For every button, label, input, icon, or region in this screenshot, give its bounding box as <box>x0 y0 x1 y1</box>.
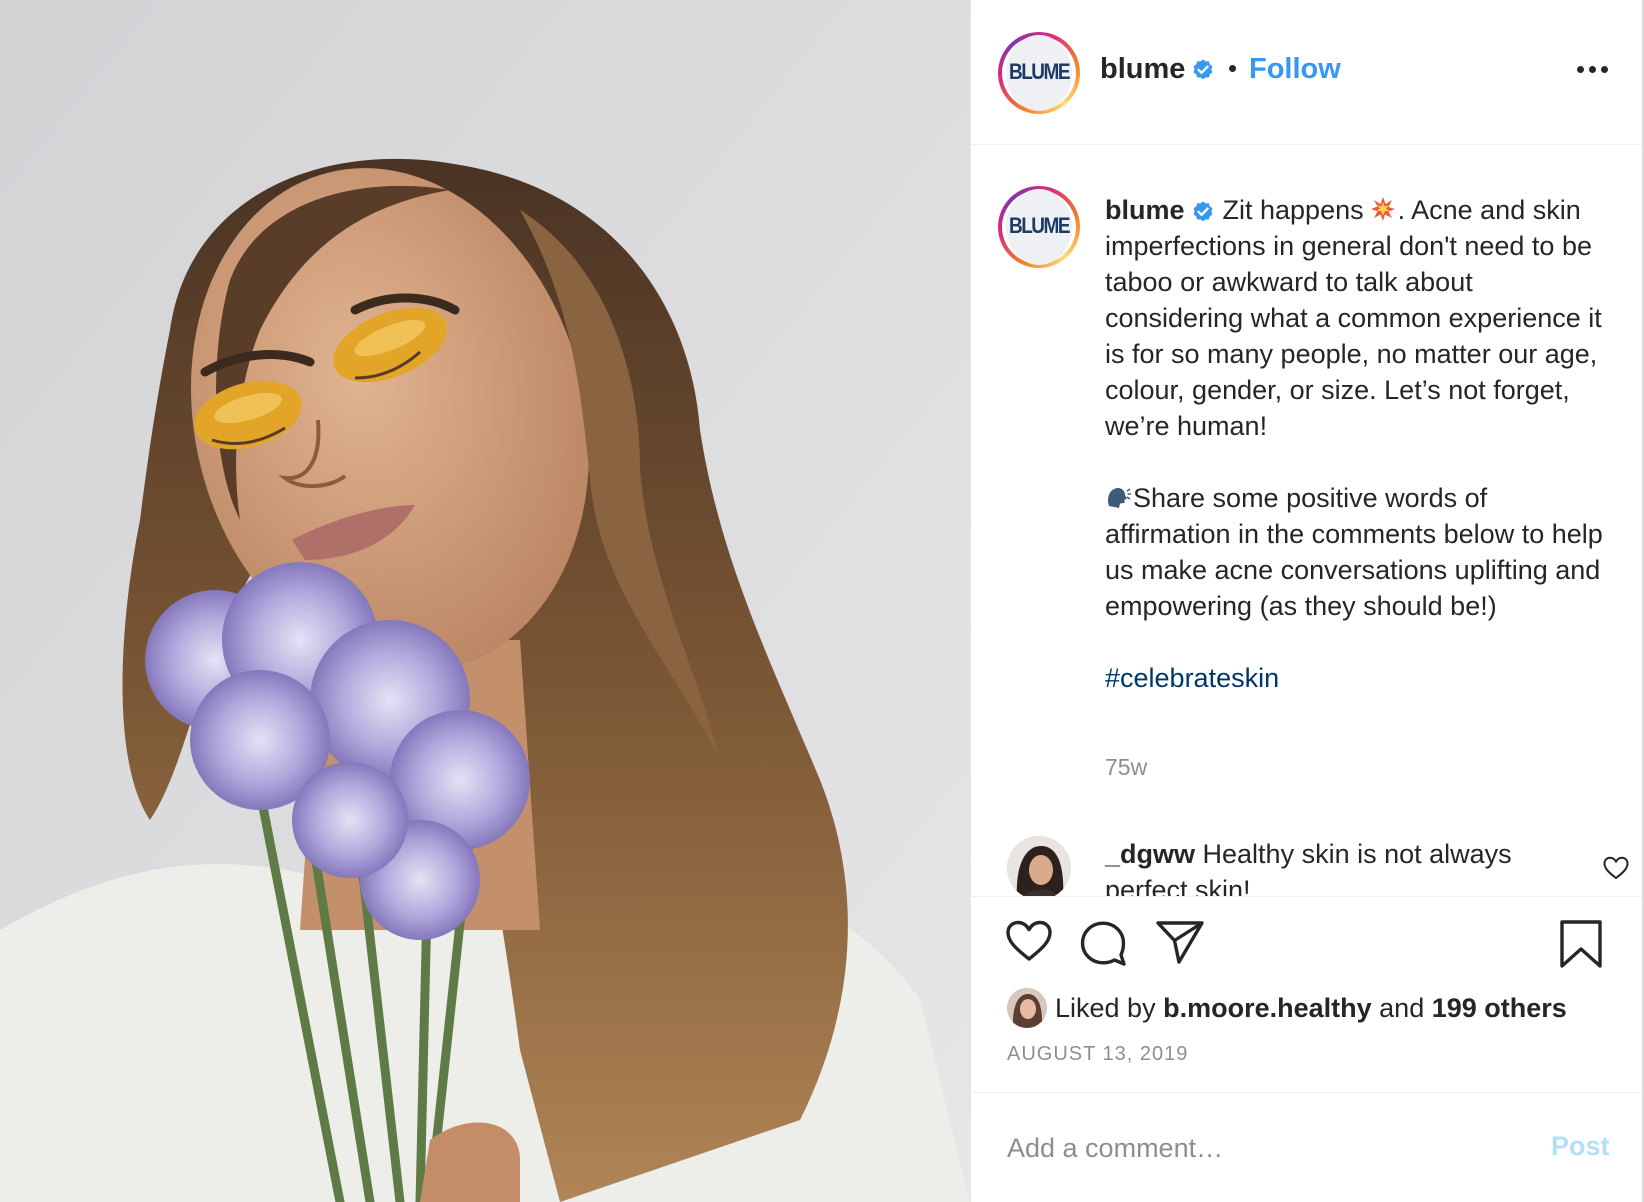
follow-button[interactable]: Follow <box>1249 53 1341 86</box>
post-date[interactable]: AUGUST 13, 2019 <box>1007 1043 1188 1066</box>
first-liker-link[interactable]: b.moore.healthy <box>1163 993 1372 1024</box>
liker-avatar[interactable] <box>1007 988 1047 1028</box>
comment-input[interactable] <box>1007 1127 1507 1169</box>
caption-avatar[interactable]: BLUME <box>998 186 1080 268</box>
brand-logo: BLUME <box>1006 189 1072 265</box>
post-photo[interactable] <box>0 0 970 1202</box>
verified-badge-icon <box>1193 201 1212 222</box>
post-caption: blume Zit happens . Acne and skin imperf… <box>1105 192 1615 696</box>
brand-logo: BLUME <box>1006 35 1072 111</box>
comment-like-icon[interactable] <box>1603 856 1629 880</box>
bookmark-icon[interactable] <box>1559 919 1603 969</box>
post-image <box>0 0 970 1202</box>
add-comment-bar: Post <box>971 1092 1642 1202</box>
more-options-icon[interactable] <box>1577 66 1609 76</box>
post-header: BLUME blume • Follow <box>971 0 1642 145</box>
post-comment-button[interactable]: Post <box>1551 1131 1610 1162</box>
verified-badge-icon <box>1194 59 1213 80</box>
commenter-avatar[interactable] <box>1007 836 1071 896</box>
likes-summary: Liked by b.moore.healthy and 199 others <box>1007 987 1567 1029</box>
share-icon[interactable] <box>1155 919 1205 965</box>
profile-avatar[interactable]: BLUME <box>998 32 1080 114</box>
caption-text-body: . Acne and skin imperfections in general… <box>1105 195 1602 441</box>
comment-icon[interactable] <box>1079 919 1127 967</box>
comment-username[interactable]: _dgww <box>1105 839 1195 869</box>
others-likes-link[interactable]: 199 others <box>1432 993 1567 1024</box>
comment-item: _dgww Healthy skin is not always perfect… <box>1105 836 1565 896</box>
likes-prefix: Liked by <box>1055 992 1156 1023</box>
likes-joiner: and <box>1379 992 1425 1023</box>
comments-section[interactable]: BLUME blume Zit happens . Acne and skin … <box>971 146 1642 896</box>
hashtag-link[interactable]: #celebrateskin <box>1105 663 1279 693</box>
header-separator: • <box>1228 53 1238 83</box>
header-username[interactable]: blume <box>1100 53 1185 85</box>
caption-text-intro: Zit happens <box>1222 195 1364 225</box>
post-actions: Liked by b.moore.healthy and 199 others … <box>971 896 1642 1091</box>
speaking-head-emoji-icon <box>1108 487 1131 508</box>
caption-text-cta: Share some positive words of affirmation… <box>1105 483 1603 621</box>
post-details-panel: BLUME blume • Follow BLUME blume Zit hap… <box>970 0 1644 1202</box>
header-username-row[interactable]: blume <box>1100 53 1215 86</box>
heart-icon[interactable] <box>1005 919 1053 963</box>
caption-username[interactable]: blume <box>1105 195 1185 225</box>
liker-avatar-image <box>1007 988 1047 1028</box>
commenter-avatar-image <box>1007 836 1071 896</box>
collision-emoji-icon <box>1370 197 1395 221</box>
caption-age[interactable]: 75w <box>1105 754 1147 781</box>
